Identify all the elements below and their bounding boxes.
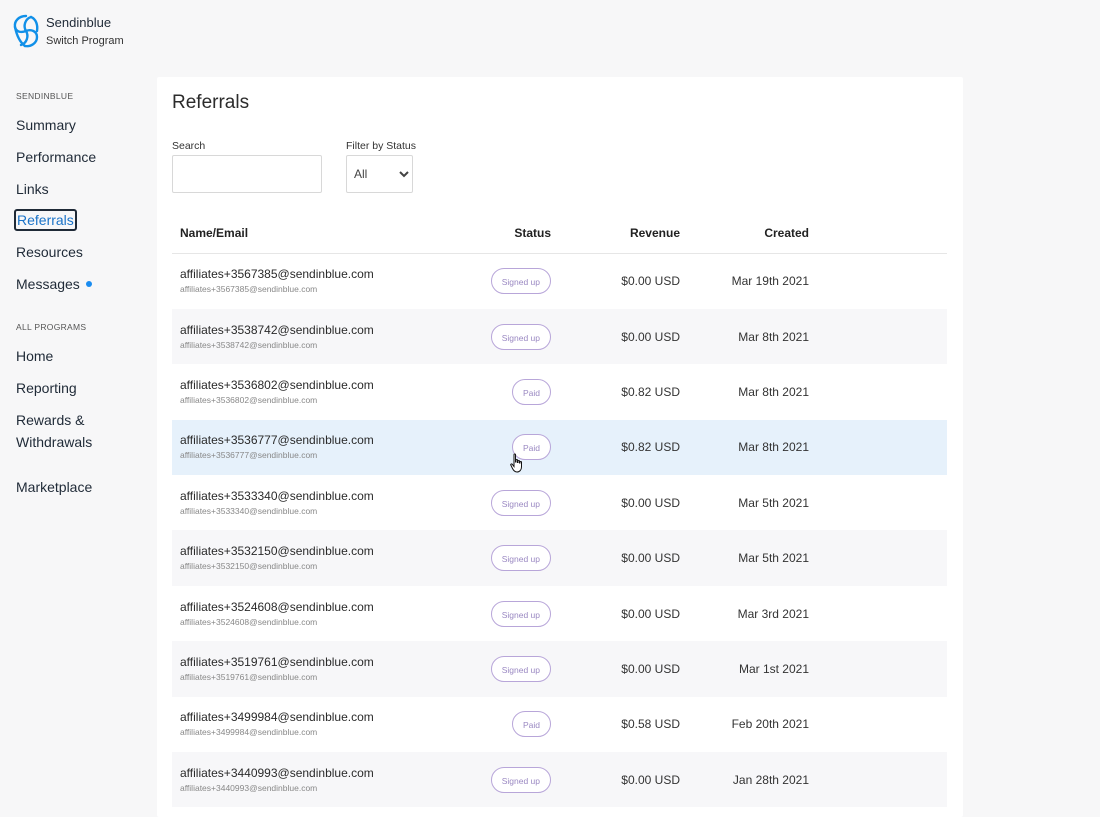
- status-badge: Signed up: [490, 545, 551, 572]
- revenue-cell: $0.00 USD: [621, 661, 680, 676]
- created-cell: Mar 5th 2021: [738, 495, 809, 510]
- table-row[interactable]: affiliates+3533340@sendinblue.com affilia…: [172, 475, 947, 530]
- column-header-name[interactable]: Name/Email: [172, 213, 472, 254]
- brand-subtitle: Switch Program: [46, 35, 124, 47]
- search-input[interactable]: [172, 155, 322, 193]
- referral-email-secondary: affiliates+3519761@sendinblue.com: [180, 671, 318, 682]
- created-cell: Mar 1st 2021: [738, 661, 809, 676]
- referral-email: affiliates+3440993@sendinblue.com: [180, 765, 374, 780]
- referral-email-secondary: affiliates+3524608@sendinblue.com: [180, 616, 318, 627]
- sidebar-section-label: SENDINBLUE: [16, 91, 74, 101]
- revenue-cell: $0.00 USD: [621, 551, 680, 566]
- sidebar-item-home[interactable]: Home: [16, 345, 53, 367]
- table-row[interactable]: affiliates+3536777@sendinblue.com affilia…: [172, 419, 947, 476]
- referral-email: affiliates+3532150@sendinblue.com: [180, 544, 374, 559]
- referral-email-secondary: affiliates+3538742@sendinblue.com: [180, 339, 318, 350]
- sidebar-item-referrals[interactable]: Referrals: [14, 209, 77, 231]
- table-row[interactable]: affiliates+3519761@sendinblue.com affilia…: [172, 641, 947, 697]
- table-row[interactable]: affiliates+3499984@sendinblue.com affilia…: [172, 697, 947, 752]
- table-row[interactable]: affiliates+3567385@sendinblue.com affilia…: [172, 254, 947, 309]
- referral-email-secondary: affiliates+3536777@sendinblue.com: [180, 450, 318, 461]
- column-spacer: [809, 213, 947, 254]
- sidebar-item-summary[interactable]: Summary: [16, 114, 76, 136]
- revenue-cell: $0.00 USD: [621, 606, 680, 621]
- revenue-cell: $0.58 USD: [621, 717, 680, 732]
- sidebar-item-performance[interactable]: Performance: [16, 146, 96, 168]
- created-cell: Mar 8th 2021: [738, 440, 809, 455]
- status-badge: Paid: [511, 378, 551, 405]
- revenue-cell: $0.82 USD: [621, 384, 680, 399]
- table-row[interactable]: affiliates+3538742@sendinblue.com affilia…: [172, 308, 947, 365]
- hand-pointer-icon: [510, 453, 522, 473]
- sidebar-item-rewards-withdrawals[interactable]: Rewards & Withdrawals: [16, 409, 92, 453]
- search-label: Search: [172, 140, 206, 152]
- referral-email-secondary: affiliates+3567385@sendinblue.com: [180, 284, 318, 295]
- sidebar-item-messages[interactable]: Messages: [16, 273, 92, 295]
- referral-email: affiliates+3536777@sendinblue.com: [180, 433, 374, 448]
- referral-email: affiliates+3524608@sendinblue.com: [180, 599, 374, 614]
- table-row[interactable]: affiliates+3532150@sendinblue.com affilia…: [172, 530, 947, 586]
- referral-email: affiliates+3519761@sendinblue.com: [180, 654, 374, 669]
- brand[interactable]: Sendinblue Switch Program: [11, 13, 124, 49]
- revenue-cell: $0.00 USD: [621, 495, 680, 510]
- status-badge: Signed up: [490, 600, 551, 627]
- status-badge: Paid: [511, 711, 551, 738]
- referral-email-secondary: affiliates+3440993@sendinblue.com: [180, 782, 318, 793]
- referrals-card: Referrals Search Filter by Status All Na…: [157, 77, 963, 817]
- sidebar-section-label: ALL PROGRAMS: [16, 322, 87, 332]
- table-header-row: Name/Email Status Revenue Created: [172, 213, 947, 254]
- status-badge: Signed up: [490, 489, 551, 516]
- sidebar-item-resources[interactable]: Resources: [16, 241, 83, 263]
- status-badge: Signed up: [490, 766, 551, 793]
- referral-email: affiliates+3567385@sendinblue.com: [180, 267, 374, 282]
- sidebar-item-label: Rewards &: [16, 412, 85, 428]
- status-badge: Signed up: [490, 268, 551, 295]
- created-cell: Mar 8th 2021: [738, 329, 809, 344]
- column-header-created[interactable]: Created: [680, 213, 809, 254]
- sidebar: Sendinblue Switch Program SENDINBLUE Sum…: [0, 0, 150, 810]
- referral-email-secondary: affiliates+3532150@sendinblue.com: [180, 561, 318, 572]
- revenue-cell: $0.00 USD: [621, 772, 680, 787]
- sendinblue-logo-icon: [13, 14, 39, 48]
- filter-status-select[interactable]: All: [346, 155, 413, 193]
- sidebar-item-label: Messages: [16, 276, 80, 292]
- status-badge: Signed up: [490, 323, 551, 350]
- revenue-cell: $0.00 USD: [621, 274, 680, 289]
- referral-email-secondary: affiliates+3499984@sendinblue.com: [180, 727, 318, 738]
- referral-email: affiliates+3538742@sendinblue.com: [180, 322, 374, 337]
- page-title: Referrals: [172, 92, 250, 113]
- referral-email: affiliates+3536802@sendinblue.com: [180, 377, 374, 392]
- referral-email-secondary: affiliates+3536802@sendinblue.com: [180, 394, 318, 405]
- revenue-cell: $0.82 USD: [621, 440, 680, 455]
- column-header-revenue[interactable]: Revenue: [551, 213, 680, 254]
- created-cell: Jan 28th 2021: [732, 772, 809, 787]
- referral-email: affiliates+3499984@sendinblue.com: [180, 710, 374, 725]
- created-cell: Mar 5th 2021: [738, 551, 809, 566]
- sidebar-item-links[interactable]: Links: [16, 178, 49, 200]
- created-cell: Mar 19th 2021: [731, 274, 809, 289]
- table-row[interactable]: affiliates+3524608@sendinblue.com affilia…: [172, 586, 947, 641]
- sidebar-item-marketplace[interactable]: Marketplace: [16, 476, 92, 498]
- referral-email: affiliates+3533340@sendinblue.com: [180, 488, 374, 503]
- column-header-status[interactable]: Status: [472, 213, 551, 254]
- created-cell: Feb 20th 2021: [731, 717, 809, 732]
- notification-dot: [85, 281, 92, 288]
- filter-status-label: Filter by Status: [346, 140, 417, 152]
- sidebar-item-label: Withdrawals: [16, 434, 93, 450]
- referral-email-secondary: affiliates+3533340@sendinblue.com: [180, 505, 318, 516]
- revenue-cell: $0.00 USD: [621, 329, 680, 344]
- brand-name: Sendinblue: [46, 15, 112, 30]
- status-badge: Signed up: [490, 655, 551, 682]
- referrals-table: Name/Email Status Revenue Created affili…: [172, 213, 947, 808]
- created-cell: Mar 3rd 2021: [737, 606, 809, 621]
- table-row[interactable]: affiliates+3440993@sendinblue.com affilia…: [172, 752, 947, 808]
- sidebar-item-reporting[interactable]: Reporting: [16, 377, 77, 399]
- table-row[interactable]: affiliates+3536802@sendinblue.com affilia…: [172, 364, 947, 419]
- created-cell: Mar 8th 2021: [738, 384, 809, 399]
